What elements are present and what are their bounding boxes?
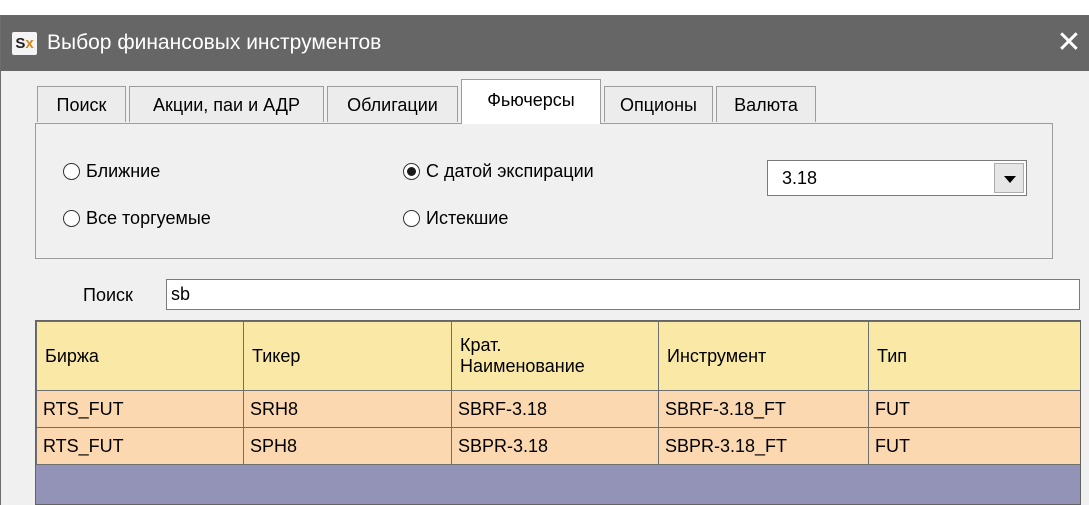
tab-currency[interactable]: Валюта — [716, 86, 816, 122]
table-cell[interactable]: SBRF-3.18 — [451, 390, 659, 428]
table-cell[interactable]: SBPR-3.18_FT — [658, 427, 869, 465]
search-input[interactable] — [166, 279, 1080, 310]
radio-expired[interactable]: Истекшие — [403, 208, 508, 229]
window-title: Выбор финансовых инструментов — [47, 31, 382, 54]
search-label: Поиск — [83, 285, 133, 305]
tab-options[interactable]: Опционы — [604, 86, 713, 122]
radio-near[interactable]: Ближние — [63, 161, 160, 182]
column-header-type[interactable]: Тип — [868, 321, 1080, 391]
radio-unchecked-icon — [403, 210, 420, 227]
table-header-row: Биржа Тикер Крат. Наименование Инструмен… — [36, 321, 1080, 391]
title-bar[interactable]: Sx Выбор финансовых инструментов ✕ — [1, 15, 1089, 71]
tab-stocks[interactable]: Акции, паи и АДР — [129, 86, 324, 122]
column-header-ticker[interactable]: Тикер — [243, 321, 452, 391]
radio-checked-icon — [403, 163, 420, 180]
tab-search[interactable]: Поиск — [37, 86, 126, 122]
table-cell[interactable]: SRH8 — [243, 390, 452, 428]
radio-unchecked-icon — [63, 163, 80, 180]
tab-bonds[interactable]: Облигации — [327, 86, 458, 122]
table-cell[interactable]: SBRF-3.18_FT — [658, 390, 869, 428]
column-header-instrument[interactable]: Инструмент — [658, 321, 869, 391]
table-cell[interactable]: SPH8 — [243, 427, 452, 465]
radio-with-expiration[interactable]: С датой экспирации — [403, 161, 594, 182]
radio-all-traded[interactable]: Все торгуемые — [63, 208, 211, 229]
app-logo-icon: Sx — [12, 32, 37, 55]
column-header-short-name[interactable]: Крат. Наименование — [451, 321, 659, 391]
column-header-exchange[interactable]: Биржа — [36, 321, 244, 391]
instruments-table: Биржа Тикер Крат. Наименование Инструмен… — [36, 321, 1080, 465]
table-cell[interactable]: SBPR-3.18 — [451, 427, 659, 465]
close-icon[interactable]: ✕ — [1051, 25, 1087, 61]
instruments-grid[interactable]: Биржа Тикер Крат. Наименование Инструмен… — [35, 320, 1081, 505]
radio-near-label: Ближние — [86, 161, 161, 181]
dropdown-arrow-icon[interactable] — [994, 163, 1024, 193]
expiration-date-select[interactable]: 3.18 — [767, 160, 1027, 196]
table-row[interactable]: RTS_FUT SRH8 SBRF-3.18 SBRF-3.18_FT FUT — [36, 390, 1080, 428]
table-cell[interactable]: RTS_FUT — [36, 390, 244, 428]
table-cell[interactable]: FUT — [868, 427, 1080, 465]
tab-futures[interactable]: Фьючерсы — [461, 79, 601, 124]
table-row[interactable]: RTS_FUT SPH8 SBPR-3.18 SBPR-3.18_FT FUT — [36, 427, 1080, 465]
table-cell[interactable]: FUT — [868, 390, 1080, 428]
table-cell[interactable]: RTS_FUT — [36, 427, 244, 465]
radio-all-traded-label: Все торгуемые — [86, 208, 211, 228]
radio-with-expiration-label: С датой экспирации — [426, 161, 594, 181]
expiration-date-value: 3.18 — [782, 168, 818, 188]
radio-expired-label: Истекшие — [426, 208, 509, 228]
radio-unchecked-icon — [63, 210, 80, 227]
